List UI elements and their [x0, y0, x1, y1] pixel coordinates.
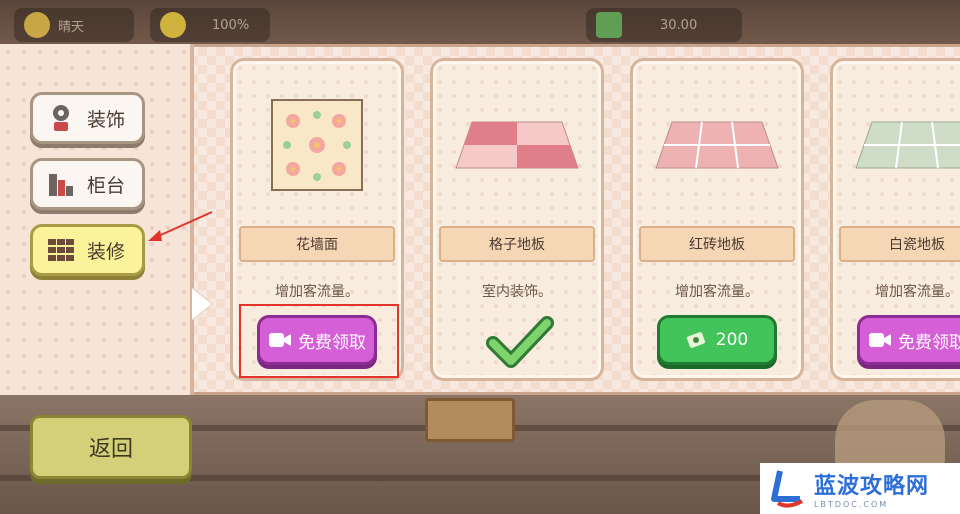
back-button[interactable]: 返回 — [30, 415, 192, 479]
watermark-title: 蓝波攻略网 — [814, 474, 930, 499]
free-claim-label: 免费领取 — [898, 332, 960, 353]
item-description: 增加客流量。 — [275, 284, 359, 300]
counter-icon — [47, 170, 75, 198]
weather-panel: 晴天 — [14, 8, 134, 42]
annotation-arrow-icon — [148, 211, 213, 241]
price-label: 200 — [715, 330, 749, 350]
back-label: 返回 — [88, 437, 133, 462]
crate-decoration — [425, 398, 515, 442]
smiley-icon — [160, 12, 186, 38]
item-name: 格子地板 — [439, 226, 595, 262]
watermark-domain: LBTDOC.COM — [814, 500, 889, 509]
item-card-red-brick-floor[interactable]: 红砖地板 增加客流量。 200 — [630, 58, 804, 381]
category-renovation-button[interactable]: 装修 — [30, 224, 145, 276]
site-watermark: 蓝波攻略网 LBTDOC.COM — [760, 463, 960, 514]
cash-icon — [686, 332, 705, 348]
checker-floor-thumbnail — [433, 85, 601, 205]
video-camera-icon — [869, 333, 891, 347]
category-renovation-label: 装修 — [87, 240, 126, 263]
cash-icon — [596, 12, 622, 38]
mood-panel: 100% — [150, 8, 270, 42]
weather-label: 晴天 — [58, 19, 85, 35]
sidebar-pointer-icon — [192, 288, 212, 320]
category-decor-label: 装饰 — [87, 108, 126, 131]
item-name: 花墙面 — [239, 226, 395, 262]
site-logo-icon — [771, 469, 803, 508]
category-decor-button[interactable]: 装饰 — [30, 92, 145, 144]
flower-pot-icon — [47, 104, 75, 132]
money-value: 30.00 — [660, 17, 698, 33]
item-card-white-tile-floor[interactable]: 白瓷地板 增加客流量。 免费领取 — [830, 58, 960, 381]
moon-icon — [24, 12, 50, 38]
mood-value: 100% — [212, 17, 250, 33]
red-brick-floor-thumbnail — [633, 85, 801, 205]
free-claim-button[interactable]: 免费领取 — [857, 315, 960, 365]
tiles-icon — [47, 236, 75, 264]
money-panel: 30.00 — [586, 8, 742, 42]
item-name: 白瓷地板 — [839, 226, 960, 262]
item-name: 红砖地板 — [639, 226, 795, 262]
flower-wall-thumbnail — [233, 85, 401, 205]
white-tile-floor-thumbnail — [833, 85, 960, 205]
annotation-highlight-box — [239, 304, 399, 378]
cat-decoration — [835, 400, 945, 470]
category-counter-button[interactable]: 柜台 — [30, 158, 145, 210]
item-description: 增加客流量。 — [675, 284, 759, 300]
owned-check-icon — [486, 316, 554, 368]
item-description: 室内装饰。 — [482, 284, 552, 300]
item-card-checker-floor[interactable]: 格子地板 室内装饰。 — [430, 58, 604, 381]
category-counter-label: 柜台 — [87, 174, 126, 197]
item-description: 增加客流量。 — [875, 284, 959, 300]
buy-button[interactable]: 200 — [657, 315, 777, 365]
